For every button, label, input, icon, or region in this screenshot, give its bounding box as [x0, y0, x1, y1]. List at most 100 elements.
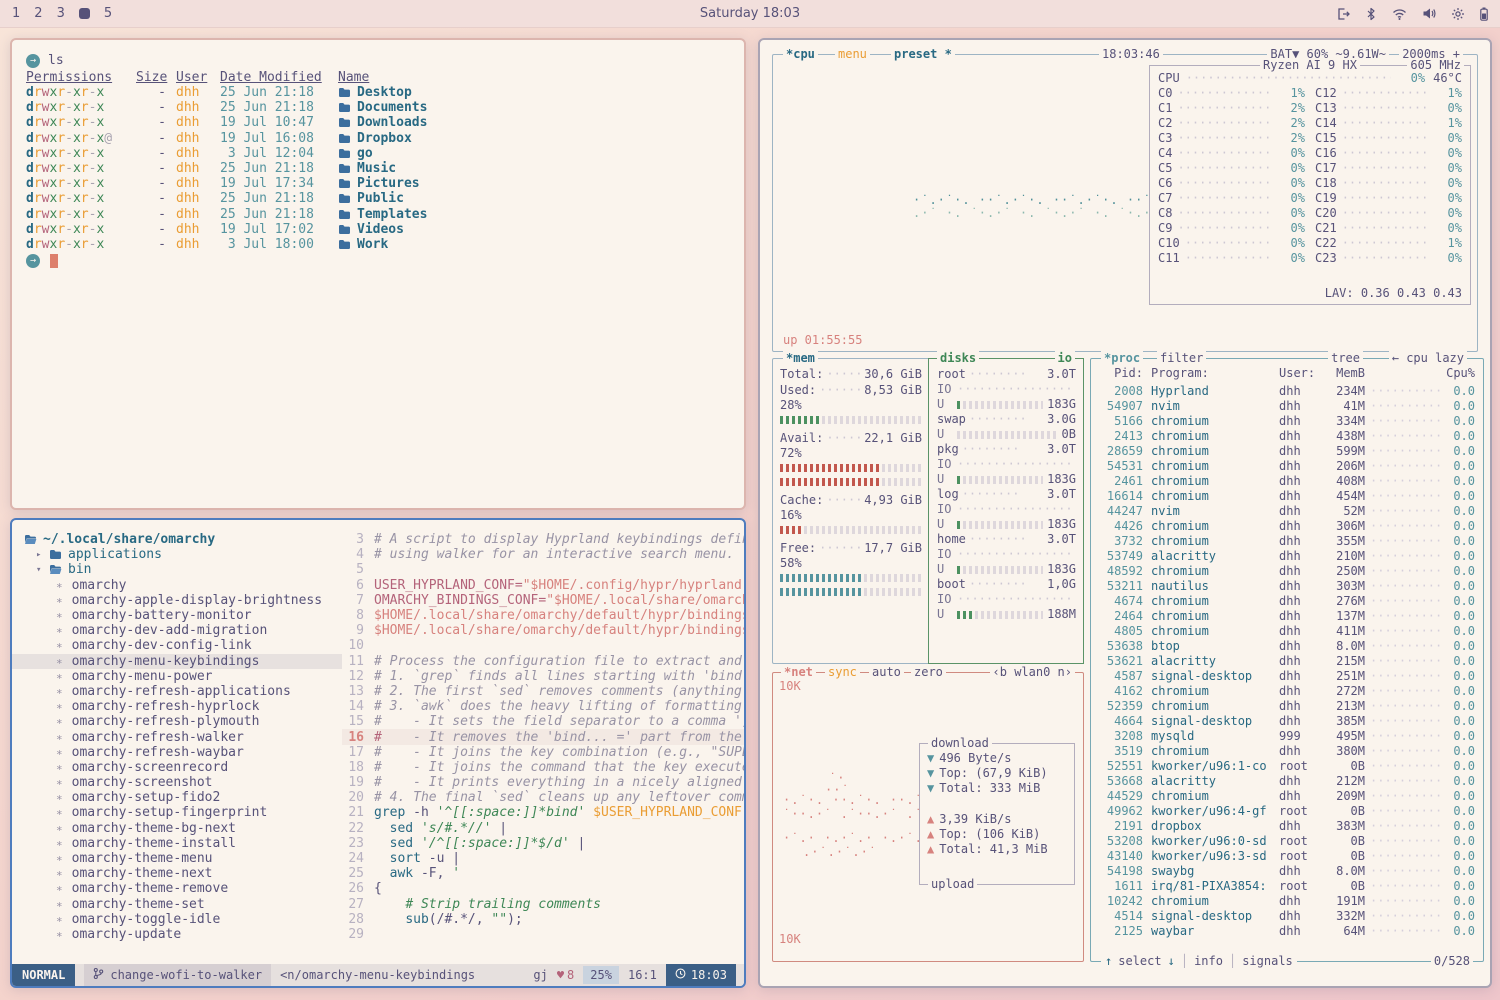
select-button[interactable]: select	[1118, 954, 1161, 969]
process-row[interactable]: 4514signal-desktopdhh332M············0.0	[1091, 909, 1483, 924]
process-row[interactable]: 1611irq/81-PIXA3854:root0B············0.…	[1091, 879, 1483, 894]
net-interface[interactable]: ‹b wlan0 n›	[990, 665, 1075, 680]
process-row[interactable]: 53749alacrittydhh210M············0.0	[1091, 549, 1483, 564]
tree-dir-bin[interactable]: ▾bin	[12, 562, 342, 577]
tree-item-omarchy-setup-fido2[interactable]: ∗omarchy-setup-fido2	[12, 790, 342, 805]
net-auto-button[interactable]: auto	[869, 665, 904, 680]
wifi-icon[interactable]	[1392, 8, 1407, 20]
header-program[interactable]: Program:	[1151, 366, 1279, 381]
tree-item-omarchy-screenshot[interactable]: ∗omarchy-screenshot	[12, 775, 342, 790]
tree-item-omarchy-refresh-waybar[interactable]: ∗omarchy-refresh-waybar	[12, 745, 342, 760]
terminal-window[interactable]: → ls PermissionsSizeUserDate ModifiedNam…	[10, 38, 746, 510]
process-row[interactable]: 5166chromiumdhh334M············0.0	[1091, 414, 1483, 429]
process-row[interactable]: 53208kworker/u96:0-sdroot0B············0…	[1091, 834, 1483, 849]
tree-item-omarchy-refresh-hyprlock[interactable]: ∗omarchy-refresh-hyprlock	[12, 699, 342, 714]
tree-item-omarchy-theme-set[interactable]: ∗omarchy-theme-set	[12, 897, 342, 912]
process-row[interactable]: 52551kworker/u96:1-coroot0B············0…	[1091, 759, 1483, 774]
code-editor[interactable]: 3# A script to display Hyprland keybindi…	[342, 520, 744, 964]
process-row[interactable]: 2125waybardhh64M············0.0	[1091, 924, 1483, 939]
tree-item-omarchy-menu-power[interactable]: ∗omarchy-menu-power	[12, 669, 342, 684]
select-down-icon[interactable]: ↓	[1168, 954, 1175, 969]
tree-item-omarchy-theme-next[interactable]: ∗omarchy-theme-next	[12, 866, 342, 881]
process-row[interactable]: 44529chromiumdhh209M············0.0	[1091, 789, 1483, 804]
header-user[interactable]: User:	[1279, 366, 1323, 381]
workspace-3[interactable]: 3	[57, 6, 65, 21]
tree-item-omarchy-setup-fingerprint[interactable]: ∗omarchy-setup-fingerprint	[12, 805, 342, 820]
tree-item-omarchy-theme-menu[interactable]: ∗omarchy-theme-menu	[12, 851, 342, 866]
battery-icon[interactable]	[1480, 7, 1488, 21]
workspace-2[interactable]: 2	[34, 6, 42, 21]
process-row[interactable]: 4162chromiumdhh272M············0.0	[1091, 684, 1483, 699]
tree-item-omarchy-screenrecord[interactable]: ∗omarchy-screenrecord	[12, 760, 342, 775]
tree-toggle[interactable]: tree	[1328, 351, 1363, 366]
tree-item-omarchy[interactable]: ∗omarchy	[12, 578, 342, 593]
process-row[interactable]: 44247nvimdhh52M············0.0	[1091, 504, 1483, 519]
process-row[interactable]: 2461chromiumdhh408M············0.0	[1091, 474, 1483, 489]
tree-item-omarchy-theme-remove[interactable]: ∗omarchy-theme-remove	[12, 881, 342, 896]
process-row[interactable]: 3519chromiumdhh380M············0.0	[1091, 744, 1483, 759]
process-row[interactable]: 2464chromiumdhh137M············0.0	[1091, 609, 1483, 624]
process-row[interactable]: 53668alacrittydhh212M············0.0	[1091, 774, 1483, 789]
workspace-4-active[interactable]	[79, 8, 90, 19]
tree-item-omarchy-refresh-plymouth[interactable]: ∗omarchy-refresh-plymouth	[12, 714, 342, 729]
volume-icon[interactable]	[1422, 7, 1436, 20]
process-row[interactable]: 52359chromiumdhh213M············0.0	[1091, 699, 1483, 714]
process-row[interactable]: 49962kworker/u96:4-gfroot0B············0…	[1091, 804, 1483, 819]
process-row[interactable]: 4664signal-desktopdhh385M············0.0	[1091, 714, 1483, 729]
process-row[interactable]: 53211nautilusdhh303M············0.0	[1091, 579, 1483, 594]
editor-window[interactable]: ~/.local/share/omarchy▸applications▾bin∗…	[10, 518, 746, 988]
net-zero-button[interactable]: zero	[911, 665, 946, 680]
process-row[interactable]: 3208mysqld999495M············0.0	[1091, 729, 1483, 744]
process-row[interactable]: 54198swaybgdhh8.0M············0.0	[1091, 864, 1483, 879]
process-row[interactable]: 48592chromiumdhh250M············0.0	[1091, 564, 1483, 579]
io-label[interactable]: io	[1055, 351, 1075, 366]
tree-item-omarchy-menu-keybindings[interactable]: ∗omarchy-menu-keybindings	[12, 654, 342, 669]
tree-item-omarchy-theme-install[interactable]: ∗omarchy-theme-install	[12, 836, 342, 851]
process-row[interactable]: 2191dropboxdhh383M············0.0	[1091, 819, 1483, 834]
process-row[interactable]: 16614chromiumdhh454M············0.0	[1091, 489, 1483, 504]
bluetooth-icon[interactable]	[1365, 7, 1377, 21]
tree-item-omarchy-apple-display-brightness[interactable]: ∗omarchy-apple-display-brightness	[12, 593, 342, 608]
system-monitor-window[interactable]: *cpu menu preset * 18:03:46 BAT▼ 60% ~9.…	[758, 38, 1492, 988]
net-sync-button[interactable]: sync	[825, 665, 860, 680]
tree-root[interactable]: ~/.local/share/omarchy	[12, 532, 342, 547]
header-mem[interactable]: MemB	[1323, 366, 1365, 381]
menu-button[interactable]: menu	[835, 47, 870, 62]
process-row[interactable]: 54531chromiumdhh206M············0.0	[1091, 459, 1483, 474]
process-row[interactable]: 53638btopdhh8.0M············0.0	[1091, 639, 1483, 654]
process-row[interactable]: 28659chromiumdhh599M············0.0	[1091, 444, 1483, 459]
header-pid[interactable]: Pid:	[1099, 366, 1143, 381]
tree-item-omarchy-refresh-applications[interactable]: ∗omarchy-refresh-applications	[12, 684, 342, 699]
preset-button[interactable]: preset *	[891, 47, 955, 62]
workspace-1[interactable]: 1	[12, 6, 20, 21]
select-up-icon[interactable]: ↑	[1105, 954, 1112, 969]
tree-item-omarchy-toggle-idle[interactable]: ∗omarchy-toggle-idle	[12, 912, 342, 927]
workspace-5[interactable]: 5	[104, 6, 112, 21]
process-row[interactable]: 4805chromiumdhh411M············0.0	[1091, 624, 1483, 639]
tree-item-omarchy-theme-bg-next[interactable]: ∗omarchy-theme-bg-next	[12, 821, 342, 836]
process-row[interactable]: 4674chromiumdhh276M············0.0	[1091, 594, 1483, 609]
tree-item-omarchy-battery-monitor[interactable]: ∗omarchy-battery-monitor	[12, 608, 342, 623]
header-cpu[interactable]: Cpu%	[1445, 366, 1475, 381]
tree-item-omarchy-dev-add-migration[interactable]: ∗omarchy-dev-add-migration	[12, 623, 342, 638]
process-row[interactable]: 10242chromiumdhh191M············0.0	[1091, 894, 1483, 909]
tree-dir-applications[interactable]: ▸applications	[12, 547, 342, 562]
filter-button[interactable]: filter	[1157, 351, 1206, 366]
tree-item-omarchy-update[interactable]: ∗omarchy-update	[12, 927, 342, 942]
process-row[interactable]: 2413chromiumdhh438M············0.0	[1091, 429, 1483, 444]
process-row[interactable]: 53621alacrittydhh215M············0.0	[1091, 654, 1483, 669]
process-row[interactable]: 4426chromiumdhh306M············0.0	[1091, 519, 1483, 534]
process-row[interactable]: 3732chromiumdhh355M············0.0	[1091, 534, 1483, 549]
signals-button[interactable]: signals	[1242, 954, 1293, 969]
info-button[interactable]: info	[1194, 954, 1223, 969]
tree-item-omarchy-dev-config-link[interactable]: ∗omarchy-dev-config-link	[12, 638, 342, 653]
process-row[interactable]: 43140kworker/u96:3-sdroot0B············0…	[1091, 849, 1483, 864]
sort-selector[interactable]: ← cpu lazy	[1389, 351, 1467, 366]
process-row[interactable]: 2008Hyprlanddhh234M············0.0	[1091, 384, 1483, 399]
logout-icon[interactable]	[1336, 7, 1350, 21]
prompt-line-empty[interactable]: →	[26, 252, 730, 269]
process-row[interactable]: 4587signal-desktopdhh251M············0.0	[1091, 669, 1483, 684]
tree-item-omarchy-refresh-walker[interactable]: ∗omarchy-refresh-walker	[12, 729, 342, 744]
process-row[interactable]: 54907nvimdhh41M············0.0	[1091, 399, 1483, 414]
settings-icon[interactable]	[1451, 7, 1465, 21]
